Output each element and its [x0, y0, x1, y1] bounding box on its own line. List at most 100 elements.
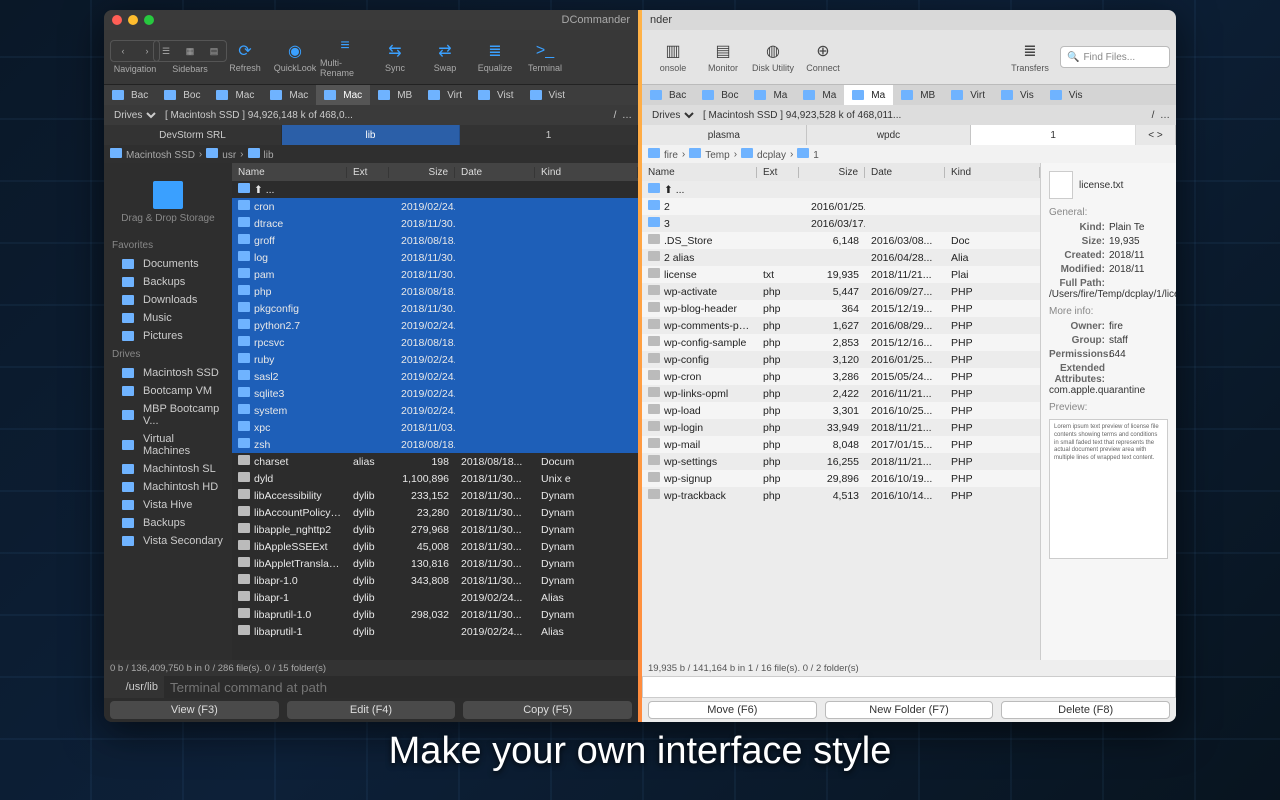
drive-tab[interactable]: Vist	[522, 85, 574, 105]
drive-tab[interactable]: Boc	[156, 85, 208, 105]
crumb-item[interactable]: lib	[248, 148, 274, 161]
drive-tab[interactable]: Ma	[844, 85, 893, 105]
search-input[interactable]: 🔍Find Files...	[1060, 46, 1170, 68]
file-row[interactable]: python2.72019/02/24...Alias	[232, 317, 638, 334]
sidebar-item[interactable]: Pictures	[104, 327, 232, 345]
path-tab[interactable]: DevStorm SRL	[104, 125, 282, 145]
equalize-button[interactable]: ≣Equalize	[470, 33, 520, 81]
sidebar-item[interactable]: Machintosh SL	[104, 460, 232, 478]
file-row[interactable]: pam2018/11/30...Folder	[232, 266, 638, 283]
sidebar-item[interactable]: Macintosh SSD	[104, 364, 232, 382]
file-row[interactable]: wp-configphp3,1202016/01/25...PHP	[642, 351, 1040, 368]
path-tab[interactable]: 1	[460, 125, 638, 145]
file-row[interactable]: wp-mailphp8,0482017/01/15...PHP	[642, 436, 1040, 453]
file-row[interactable]: wp-settingsphp16,2552018/11/21...PHP	[642, 453, 1040, 470]
delete-button[interactable]: Delete (F8)	[1001, 701, 1170, 719]
copy-button[interactable]: Copy (F5)	[463, 701, 632, 719]
file-row[interactable]: libAccountPolicyTrans...dylib23,2802018/…	[232, 504, 638, 521]
file-row[interactable]: system2019/02/24...Folder	[232, 402, 638, 419]
drive-tab[interactable]: Vist	[470, 85, 522, 105]
file-row[interactable]: libapr-1.0dylib343,8082018/11/30...Dynam	[232, 572, 638, 589]
sidebar-item[interactable]: Documents	[104, 255, 232, 273]
file-row[interactable]: libAccessibilitydylib233,1522018/11/30..…	[232, 487, 638, 504]
dropzone[interactable]: Drag & Drop Storage	[104, 169, 232, 236]
terminal-input[interactable]	[164, 676, 638, 698]
file-row[interactable]: wp-signupphp29,8962016/10/19...PHP	[642, 470, 1040, 487]
file-row[interactable]: 2 alias2016/04/28...Alia	[642, 249, 1040, 266]
sidebar-item[interactable]: Downloads	[104, 291, 232, 309]
drives-select[interactable]: Drives	[648, 109, 697, 122]
file-row[interactable]: wp-blog-headerphp3642015/12/19...PHP	[642, 300, 1040, 317]
file-row[interactable]: wp-loadphp3,3012016/10/25...PHP	[642, 402, 1040, 419]
file-row[interactable]: cron2019/02/24...Alias	[232, 198, 638, 215]
file-row[interactable]: libapr-1dylib2019/02/24...Alias	[232, 589, 638, 606]
col-name[interactable]: Name	[642, 167, 757, 178]
file-row[interactable]: dyld1,100,8962018/11/30...Unix e	[232, 470, 638, 487]
sidebar-item[interactable]: Backups	[104, 273, 232, 291]
file-row[interactable]: wp-trackbackphp4,5132016/10/14...PHP	[642, 487, 1040, 504]
drive-tab[interactable]: Virt	[420, 85, 470, 105]
monitor-button[interactable]: ▤Monitor	[698, 33, 748, 81]
sidebar-item[interactable]: Backups	[104, 514, 232, 532]
file-row[interactable]: wp-links-opmlphp2,4222016/11/21...PHP	[642, 385, 1040, 402]
column-headers[interactable]: Name Ext Size Date Kind	[232, 163, 638, 181]
console-button[interactable]: ▥onsole	[648, 33, 698, 81]
zoom-icon[interactable]	[144, 15, 154, 25]
col-date[interactable]: Date	[865, 167, 945, 178]
crumb-item[interactable]: 1	[797, 148, 819, 161]
file-row[interactable]: zsh2018/08/18...Folder	[232, 436, 638, 453]
file-row[interactable]: wp-config-samplephp2,8532015/12/16...PHP	[642, 334, 1040, 351]
path-tab[interactable]: lib	[282, 125, 460, 145]
file-row[interactable]: xpc2018/11/03...Folder	[232, 419, 638, 436]
minimize-icon[interactable]	[128, 15, 138, 25]
drive-tab[interactable]: Ma	[746, 85, 795, 105]
file-row[interactable]: 32016/03/17...Fold	[642, 215, 1040, 232]
file-row[interactable]: sqlite32019/02/24...Alias	[232, 385, 638, 402]
swap-button[interactable]: ⇄Swap	[420, 33, 470, 81]
view-button[interactable]: View (F3)	[110, 701, 279, 719]
drive-tab[interactable]: Virt	[943, 85, 993, 105]
file-row[interactable]: sasl22019/02/24...Folder	[232, 368, 638, 385]
view2-icon[interactable]: ▦	[178, 41, 202, 61]
transfers-button[interactable]: ≣Transfers	[1005, 33, 1055, 81]
newfolder-button[interactable]: New Folder (F7)	[825, 701, 994, 719]
nav-back-icon[interactable]: ‹	[111, 41, 135, 61]
file-row[interactable]: rpcsvc2018/08/18...Folder	[232, 334, 638, 351]
col-kind[interactable]: Kind	[535, 167, 638, 178]
drive-tab[interactable]: Ma	[795, 85, 844, 105]
connect-button[interactable]: ⊕Connect	[798, 33, 848, 81]
column-headers[interactable]: Name Ext Size Date Kind	[642, 163, 1040, 181]
file-row[interactable]: wp-loginphp33,9492018/11/21...PHP	[642, 419, 1040, 436]
file-row[interactable]: wp-activatephp5,4472016/09/27...PHP	[642, 283, 1040, 300]
sidebar-item[interactable]: Virtual Machines	[104, 430, 232, 460]
col-name[interactable]: Name	[232, 167, 347, 178]
crumb-item[interactable]: Temp	[689, 148, 729, 161]
edit-button[interactable]: Edit (F4)	[287, 701, 456, 719]
sidebar-item[interactable]: MBP Bootcamp V...	[104, 400, 232, 430]
file-row[interactable]: libaprutil-1.0dylib298,0322018/11/30...D…	[232, 606, 638, 623]
drive-tab[interactable]: Bac	[642, 85, 694, 105]
sidebar-item[interactable]: Machintosh HD	[104, 478, 232, 496]
terminal-input[interactable]	[642, 676, 1176, 698]
file-row[interactable]: groff2018/08/18...Folder	[232, 232, 638, 249]
file-row[interactable]: charsetalias1982018/08/18...Docum	[232, 453, 638, 470]
file-row[interactable]: php2018/08/18...Folder	[232, 283, 638, 300]
quicklook-button[interactable]: ◉QuickLook	[270, 33, 320, 81]
file-row[interactable]: pkgconfig2018/11/30...Folder	[232, 300, 638, 317]
file-row[interactable]: libAppletTranslationLi...dylib130,816201…	[232, 555, 638, 572]
crumb-item[interactable]: fire	[648, 148, 678, 161]
nav-arrows[interactable]: < >	[1136, 125, 1176, 145]
path-tab[interactable]: wpdc	[807, 125, 972, 145]
file-row[interactable]: libAppleSSEExtdylib45,0082018/11/30...Dy…	[232, 538, 638, 555]
drives-select[interactable]: Drives	[110, 109, 159, 122]
drive-tab[interactable]: Boc	[694, 85, 746, 105]
refresh-button[interactable]: ⟳Refresh	[220, 33, 270, 81]
sidebar-item[interactable]: Vista Hive	[104, 496, 232, 514]
path-tab[interactable]: plasma	[642, 125, 807, 145]
crumb-item[interactable]: Macintosh SSD	[110, 148, 195, 161]
drive-tab[interactable]: Mac	[316, 85, 370, 105]
drive-tab[interactable]: MB	[893, 85, 943, 105]
multirename-button[interactable]: ≡Multi-Rename	[320, 33, 370, 81]
file-row[interactable]: wp-comments-postphp1,6272016/08/29...PHP	[642, 317, 1040, 334]
file-row[interactable]: ruby2019/02/24...Folder	[232, 351, 638, 368]
